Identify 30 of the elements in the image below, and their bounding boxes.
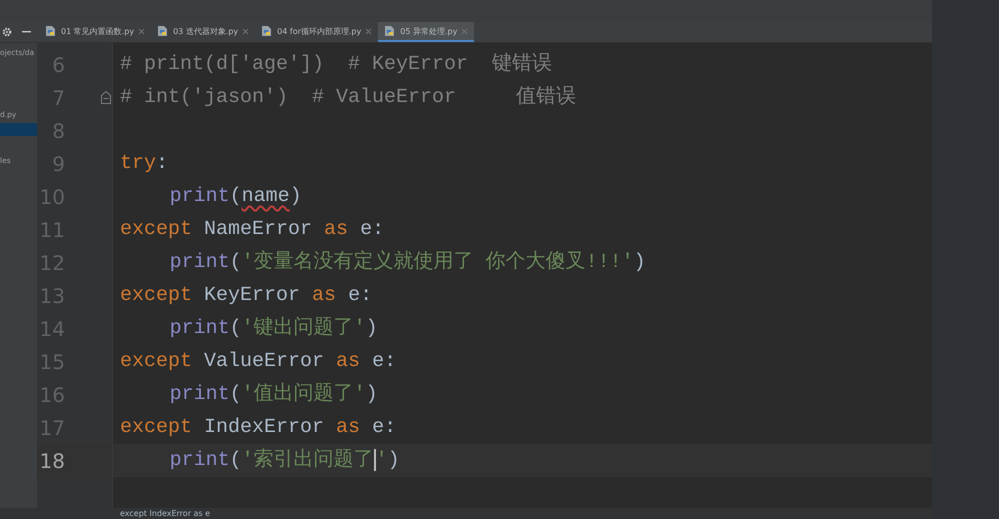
code-line: except IndexError as e: xyxy=(120,415,396,441)
close-icon[interactable] xyxy=(138,28,146,34)
file-tab[interactable]: 04 for循环内部原理.py xyxy=(255,22,378,42)
code-line: print('变量名没有定义就使用了 你个大傻叉!!!') xyxy=(170,249,646,276)
code-line: # print(d['age']) # KeyError 键错误 xyxy=(120,52,552,78)
fold-icon[interactable] xyxy=(101,91,111,104)
code-line: print(name) xyxy=(170,184,302,210)
close-icon[interactable] xyxy=(365,28,372,34)
code-line: try: xyxy=(120,151,168,177)
minimize-icon[interactable] xyxy=(22,31,31,33)
python-file-icon xyxy=(45,25,57,37)
code-line: print('索引出问题了') xyxy=(170,447,400,474)
python-file-icon xyxy=(384,25,396,37)
settings-icon[interactable] xyxy=(2,27,12,37)
file-tab[interactable]: 03 迭代器对象.py xyxy=(151,22,256,42)
close-icon[interactable] xyxy=(242,28,250,34)
line-number: 18 xyxy=(38,448,65,472)
text-caret xyxy=(374,448,376,471)
code-line: print('键出问题了') xyxy=(170,316,378,342)
breadcrumb[interactable]: except IndexError as e xyxy=(120,509,210,518)
file-tab[interactable]: 01 常见内置函数.py xyxy=(39,22,152,42)
python-file-icon xyxy=(261,25,274,37)
code-line: print('值出问题了') xyxy=(170,382,378,408)
file-tab[interactable]: 05 异常处理.py xyxy=(378,22,474,42)
code-line: except KeyError as e: xyxy=(120,283,372,309)
code-line: # int('jason') # ValueError 值错误 xyxy=(120,85,576,111)
code-line: except ValueError as e: xyxy=(120,349,396,375)
code-line: except NameError as e: xyxy=(120,217,384,243)
python-file-icon xyxy=(157,25,170,37)
close-icon[interactable] xyxy=(461,28,468,34)
